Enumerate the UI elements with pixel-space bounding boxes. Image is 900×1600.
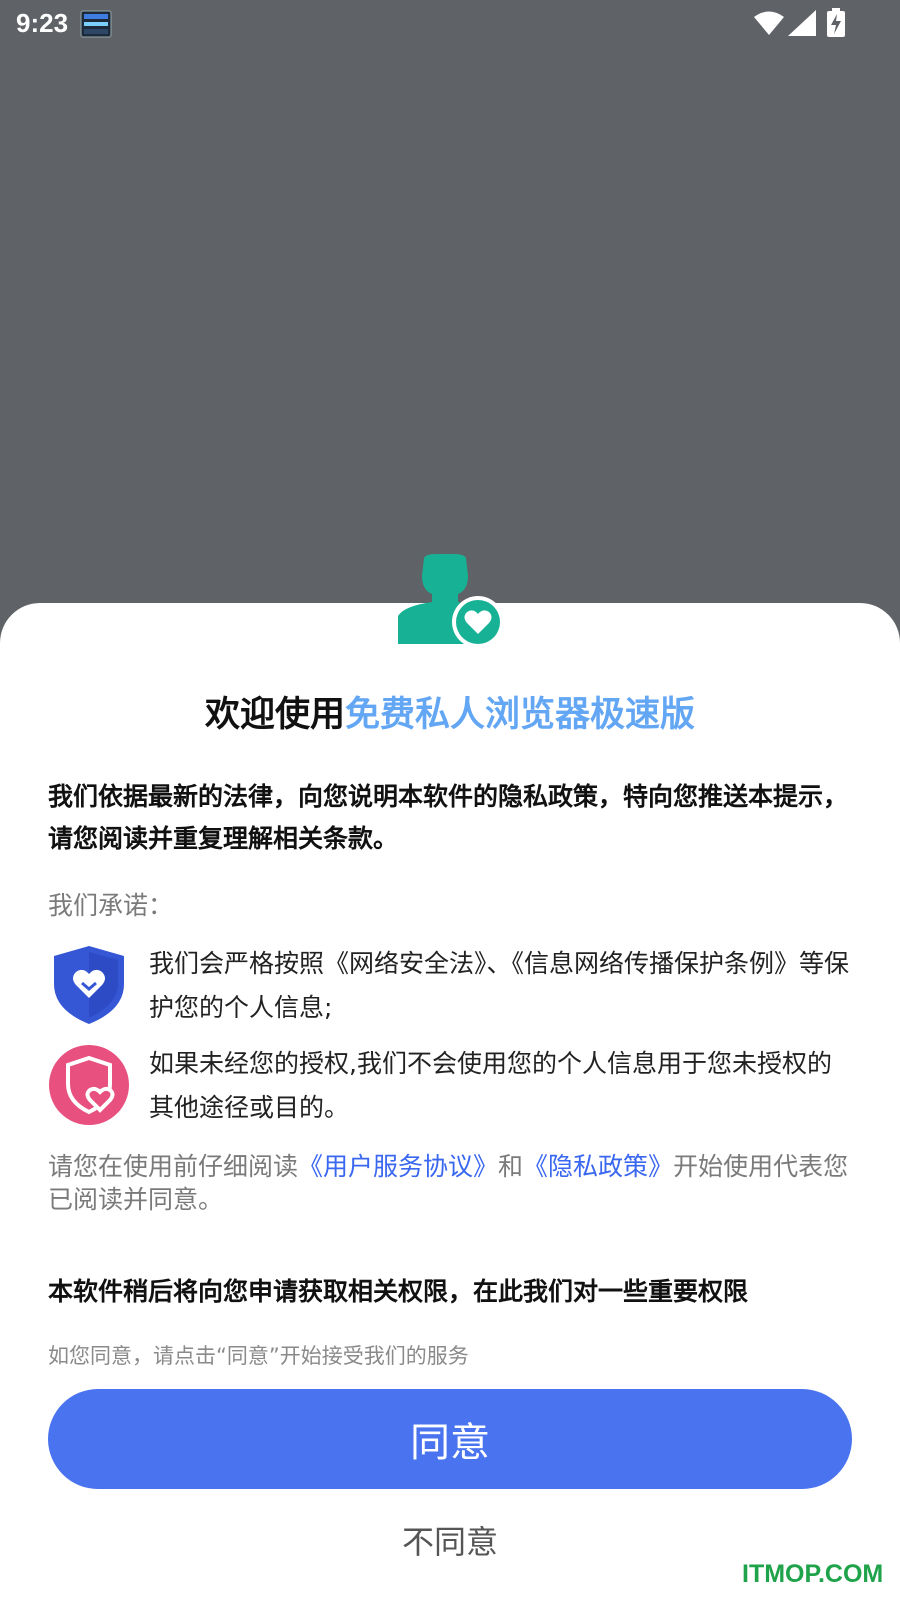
shield-heart-icon [54,946,124,1024]
promise-label: 我们承诺： [48,891,174,920]
screen: 9:23 欢迎使用免费私人浏览器极速版 我们依据最新的法律，向您说明本软件的隐私… [0,0,900,1600]
wifi-icon [754,11,784,35]
agree-hint: 如您同意，请点击“同意”开始接受我们的服务 [48,1344,469,1368]
promise-text: 如果未经您的授权,我们不会使用您的个人信息用于您未授权的其他途径或目的。 [149,1049,832,1122]
user-heart-icon [398,554,504,648]
read-note-before: 请您在使用前仔细阅读 [48,1152,299,1181]
status-bar: 9:23 [0,0,900,48]
promise-item: 我们会严格按照《网络安全法》、《信息网络传播保护条例》等保护您的个人信息; [48,944,858,1034]
read-note-and: 和 [498,1152,524,1181]
status-time: 9:23 [16,8,69,38]
disagree-button[interactable]: 不同意 [350,1510,550,1570]
read-note: 请您在使用前仔细阅读《用户服务协议》和《隐私政策》开始使用代表您已阅读并同意。 [48,1150,858,1216]
dialog-title: 欢迎使用免费私人浏览器极速版 [0,686,900,737]
promise-text: 我们会严格按照《网络安全法》、《信息网络传播保护条例》等保护您的个人信息; [149,949,850,1022]
signal-icon [788,10,816,36]
notification-app-icon [80,10,112,38]
title-prefix: 欢迎使用 [204,695,345,735]
agree-button[interactable]: 同意 [48,1389,852,1489]
user-agreement-link[interactable]: 《用户服务协议》 [298,1152,498,1181]
permission-note[interactable]: 本软件稍后将向您申请获取相关权限，在此我们对一些重要权限 [48,1272,868,1308]
title-app-name: 免费私人浏览器极速版 [345,695,696,735]
promise-item: 如果未经您的授权,我们不会使用您的个人信息用于您未授权的其他途径或目的。 [48,1044,858,1134]
intro-text: 我们依据最新的法律，向您说明本软件的隐私政策，特向您推送本提示，请您阅读并重复理… [48,782,849,853]
privacy-policy-link[interactable]: 《隐私政策》 [523,1152,673,1181]
watermark: ITMOP.COM [742,1560,884,1588]
battery-charging-icon [827,8,845,37]
pink-shield-heart-icon [49,1045,129,1125]
